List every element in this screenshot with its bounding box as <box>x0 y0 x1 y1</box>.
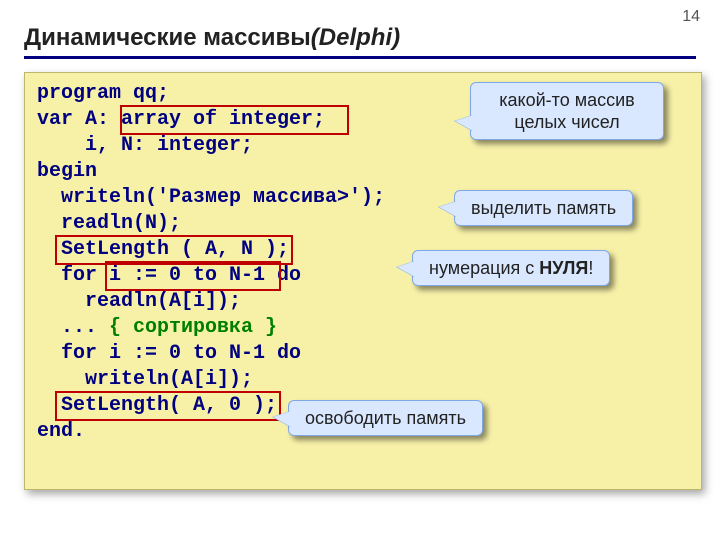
code-line: program qq; <box>37 82 169 105</box>
code-line: begin <box>37 160 97 183</box>
callout-free: освободить память <box>288 400 483 436</box>
title-subtitle: (Delphi) <box>311 24 400 51</box>
code-line: for i := 0 to N-1 do <box>37 342 301 365</box>
title-text: Динамические массивы <box>24 24 311 51</box>
callout-tail-icon <box>273 411 291 427</box>
callout-emphasis: НУЛЯ <box>539 258 588 278</box>
callout-tail-icon <box>439 201 457 217</box>
code-line: var A: <box>37 108 121 131</box>
callout-tail-icon <box>397 261 415 277</box>
code-line: writeln('Размер массива>'); <box>37 186 385 209</box>
callout-alloc: выделить память <box>454 190 633 226</box>
callout-text: ! <box>588 258 593 278</box>
code-line: end. <box>37 420 85 443</box>
callout-text: выделить память <box>471 198 616 218</box>
slide-title: Динамические массивы(Delphi) <box>24 24 696 59</box>
callout-text: какой-то массив <box>499 90 634 110</box>
code-line: readln(N); <box>37 212 181 235</box>
callout-array: какой-то массив целых чисел <box>470 82 664 140</box>
callout-text: освободить память <box>305 408 466 428</box>
code-line: writeln(A[i]); <box>37 368 253 391</box>
code-line: for <box>37 264 109 287</box>
code-comment: { сортировка } <box>109 316 277 339</box>
code-line: ... <box>37 316 109 339</box>
code-highlight-arraydecl: array of integer; <box>121 108 325 131</box>
code-line: readln(A[i]); <box>37 290 241 313</box>
code-line: i, N: integer; <box>37 134 253 157</box>
callout-text: целых чисел <box>514 112 619 132</box>
callout-zero-index: нумерация с НУЛЯ! <box>412 250 610 286</box>
code-line: do <box>265 264 301 287</box>
code-highlight-range: i := 0 to N-1 <box>109 264 265 287</box>
code-highlight-setlength: SetLength ( A, N ); <box>37 238 289 261</box>
callout-tail-icon <box>455 115 473 131</box>
code-highlight-free: SetLength( A, 0 ); <box>37 394 277 417</box>
callout-text: нумерация с <box>429 258 539 278</box>
